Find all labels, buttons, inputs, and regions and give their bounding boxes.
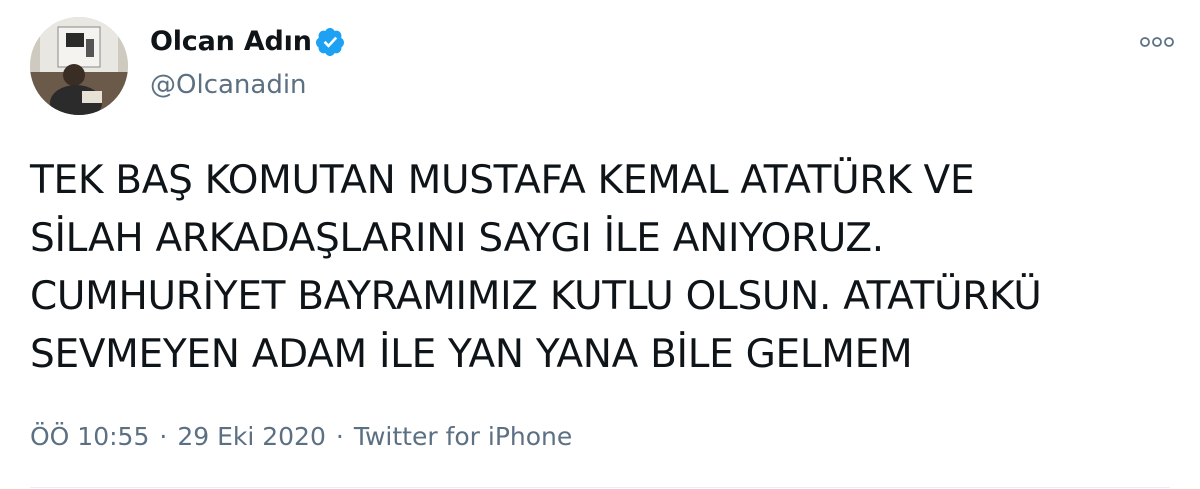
- avatar[interactable]: [30, 17, 128, 115]
- tweet-date[interactable]: 29 Eki 2020: [177, 420, 326, 454]
- display-name[interactable]: Olcan Adın: [150, 25, 312, 59]
- verified-badge-icon: [315, 28, 344, 56]
- tweet-text: TEK BAŞ KOMUTAN MUSTAFA KEMAL ATATÜRK VE…: [30, 158, 1042, 377]
- tweet-time[interactable]: ÖÖ 10:55: [30, 420, 149, 454]
- meta-separator: ·: [159, 422, 168, 451]
- tweet-source[interactable]: Twitter for iPhone: [354, 420, 572, 454]
- meta-separator: ·: [335, 422, 344, 451]
- tweet-meta: ÖÖ 10:55 · 29 Eki 2020 · Twitter for iPhone: [30, 420, 572, 454]
- handle[interactable]: @Olcanadin: [150, 68, 307, 102]
- divider: [30, 487, 1170, 488]
- avatar-image: [30, 17, 128, 115]
- tweet-card: Olcan Adın @Olcanadin TEK BAŞ KOMUTAN MU…: [0, 0, 1200, 489]
- more-options-icon[interactable]: [1138, 32, 1176, 52]
